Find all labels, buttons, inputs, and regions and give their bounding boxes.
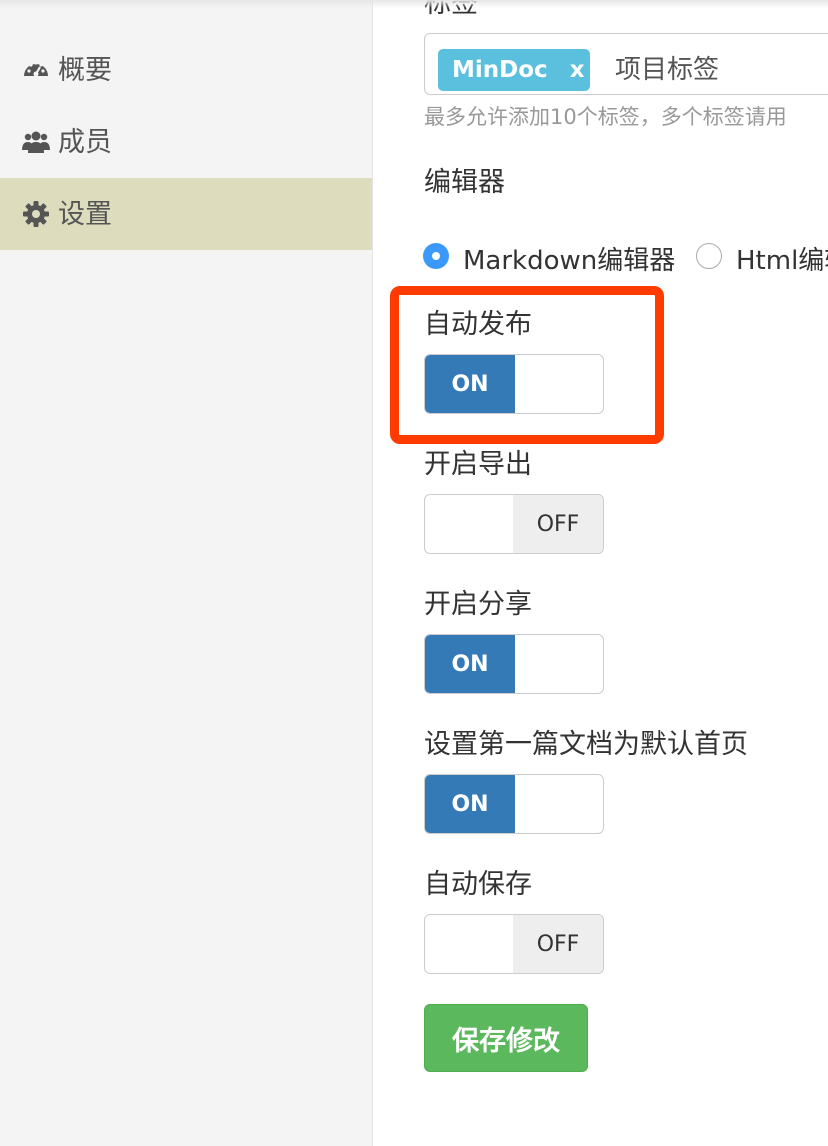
gear-icon: [22, 200, 50, 228]
dashboard-icon: [22, 56, 50, 84]
users-icon: [22, 128, 50, 156]
switch-off-label: OFF: [513, 915, 603, 973]
enable-export-switch[interactable]: OFF: [424, 494, 604, 554]
sidebar-item-overview[interactable]: 概要: [0, 34, 372, 106]
sidebar-item-settings[interactable]: 设置: [0, 178, 372, 250]
tag-input[interactable]: [613, 48, 828, 92]
settings-form: 标签 MinDoc x 最多允许添加10个标签，多个标签请用 编辑器 Markd…: [374, 0, 828, 1146]
tag-chip: MinDoc x: [438, 49, 590, 91]
sidebar-item-label: 概要: [58, 54, 112, 86]
top-shadow: [0, 0, 828, 8]
page: 概要 成员 设置 标签 MinDoc x 项目标签 最多允许添加10个标签，多个…: [0, 0, 828, 1146]
switch-on-label: ON: [425, 635, 515, 693]
auto-save-label: 自动保存: [424, 869, 532, 900]
default-homepage-switch[interactable]: ON: [424, 774, 604, 834]
tag-remove-button[interactable]: x: [570, 57, 585, 83]
tag-text: MinDoc: [452, 57, 548, 83]
switch-on-label: ON: [425, 355, 515, 413]
auto-save-switch[interactable]: OFF: [424, 914, 604, 974]
enable-export-label: 开启导出: [424, 449, 532, 480]
sidebar: 概要 成员 设置: [0, 0, 373, 1146]
save-button[interactable]: 保存修改: [424, 1004, 588, 1072]
editor-markdown-radio[interactable]: [423, 243, 449, 269]
switch-on-label: ON: [425, 775, 515, 833]
sidebar-item-members[interactable]: 成员: [0, 106, 372, 178]
enable-share-switch[interactable]: ON: [424, 634, 604, 694]
editor-html-radio[interactable]: [696, 243, 722, 269]
auto-publish-label: 自动发布: [424, 309, 532, 340]
switch-off-label: OFF: [513, 495, 603, 553]
tags-field[interactable]: MinDoc x: [424, 33, 828, 95]
auto-publish-switch[interactable]: ON: [424, 354, 604, 414]
tags-help-text: 最多允许添加10个标签，多个标签请用: [424, 105, 787, 129]
editor-html-label: Html编辑: [736, 246, 828, 276]
default-homepage-label: 设置第一篇文档为默认首页: [424, 729, 748, 760]
enable-share-label: 开启分享: [424, 589, 532, 620]
sidebar-item-label: 成员: [58, 126, 112, 158]
sidebar-item-label: 设置: [58, 198, 112, 230]
editor-markdown-label: Markdown编辑器: [463, 246, 676, 276]
editor-label: 编辑器: [424, 167, 505, 198]
